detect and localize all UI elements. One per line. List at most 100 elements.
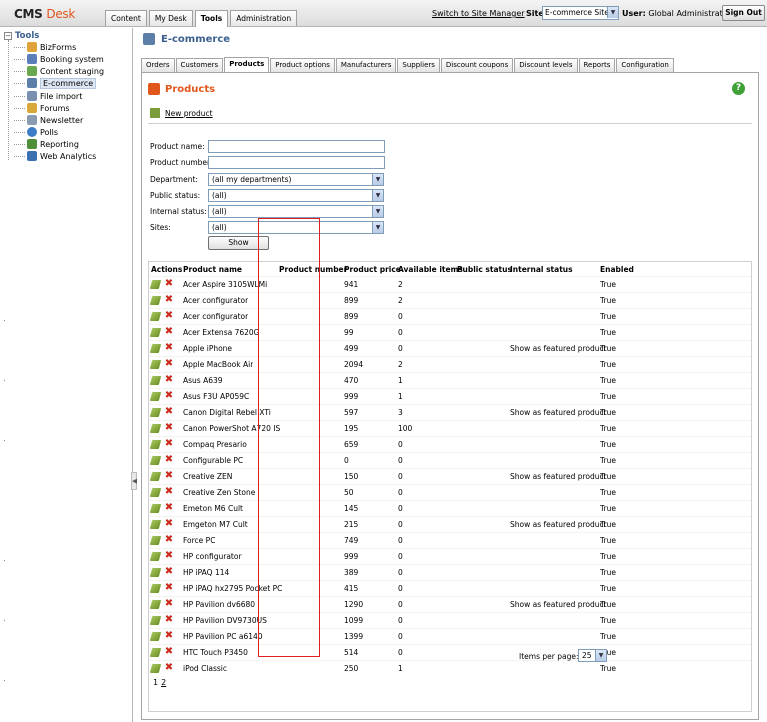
site-select[interactable]: E-commerce Site ▼ (542, 6, 619, 20)
delete-icon[interactable]: ✖ (164, 327, 174, 337)
show-button[interactable]: Show (208, 236, 269, 250)
tab-suppliers[interactable]: Suppliers (397, 58, 440, 72)
edit-icon[interactable] (149, 472, 162, 481)
new-product-link[interactable]: New product (150, 108, 213, 118)
section-title: Products (148, 83, 215, 95)
delete-icon[interactable]: ✖ (164, 631, 174, 641)
tab-customers[interactable]: Customers (175, 58, 224, 72)
delete-icon[interactable]: ✖ (164, 343, 174, 353)
delete-icon[interactable]: ✖ (164, 583, 174, 593)
user-name: Global Administrator (648, 9, 731, 18)
edit-icon[interactable] (149, 360, 162, 369)
delete-icon[interactable]: ✖ (164, 487, 174, 497)
edit-icon[interactable] (149, 408, 162, 417)
collapse-icon[interactable]: − (4, 32, 12, 40)
delete-icon[interactable]: ✖ (164, 615, 174, 625)
tab-tools[interactable]: Tools (194, 10, 229, 27)
edit-icon[interactable] (149, 648, 162, 657)
edit-icon[interactable] (149, 584, 162, 593)
edit-icon[interactable] (149, 376, 162, 385)
sites-select[interactable]: (all) ▼ (208, 221, 384, 234)
edit-icon[interactable] (149, 440, 162, 449)
tree-item-content-staging[interactable]: Content staging (14, 65, 104, 77)
edit-icon[interactable] (149, 536, 162, 545)
delete-icon[interactable]: ✖ (164, 567, 174, 577)
bizforms-icon (27, 42, 37, 52)
edit-icon[interactable] (149, 664, 162, 673)
edit-icon[interactable] (149, 600, 162, 609)
tab-administration[interactable]: Administration (230, 10, 298, 26)
switch-to-site-manager-link[interactable]: Switch to Site Manager (432, 7, 525, 21)
tab-discount-levels[interactable]: Discount levels (514, 58, 578, 72)
edit-icon[interactable] (149, 520, 162, 529)
delete-icon[interactable]: ✖ (164, 439, 174, 449)
tree-item-file-import[interactable]: File import (14, 90, 82, 102)
page-2-link[interactable]: 2 (161, 678, 166, 687)
edit-icon[interactable] (149, 312, 162, 321)
edit-icon[interactable] (149, 504, 162, 513)
department-select[interactable]: (all my departments) ▼ (208, 173, 384, 186)
edit-icon[interactable] (149, 632, 162, 641)
cell-enabled: True (600, 392, 616, 401)
cell-enabled: True (600, 376, 616, 385)
tree-item-bizforms[interactable]: BizForms (14, 41, 76, 53)
delete-icon[interactable]: ✖ (164, 503, 174, 513)
edit-icon[interactable] (149, 488, 162, 497)
internal-status-select[interactable]: (all) ▼ (208, 205, 384, 218)
table-row: ✖ HP Pavilion dv6680 1290 0 Show as featured… (149, 596, 751, 612)
delete-icon[interactable]: ✖ (164, 375, 174, 385)
delete-icon[interactable]: ✖ (164, 295, 174, 305)
delete-icon[interactable]: ✖ (164, 279, 174, 289)
delete-icon[interactable]: ✖ (164, 535, 174, 545)
edit-icon[interactable] (149, 616, 162, 625)
tree-item-forums[interactable]: Forums (14, 102, 70, 114)
tree-item-web-analytics[interactable]: Web Analytics (14, 150, 96, 162)
tab-content[interactable]: Content (105, 10, 147, 26)
edit-icon[interactable] (149, 280, 162, 289)
divider-dot (4, 320, 5, 321)
edit-icon[interactable] (149, 456, 162, 465)
edit-icon[interactable] (149, 552, 162, 561)
sign-out-button[interactable]: Sign Out (722, 5, 765, 21)
help-icon[interactable]: ? (732, 82, 745, 95)
delete-icon[interactable]: ✖ (164, 407, 174, 417)
edit-icon[interactable] (149, 568, 162, 577)
tab-products[interactable]: Products (224, 57, 270, 72)
product-name-input[interactable] (208, 140, 385, 153)
delete-icon[interactable]: ✖ (164, 663, 174, 673)
delete-icon[interactable]: ✖ (164, 551, 174, 561)
edit-icon[interactable] (149, 424, 162, 433)
tab-configuration[interactable]: Configuration (616, 58, 674, 72)
edit-icon[interactable] (149, 296, 162, 305)
delete-icon[interactable]: ✖ (164, 471, 174, 481)
department-label: Department: (150, 175, 198, 184)
edit-icon[interactable] (149, 328, 162, 337)
tab-orders[interactable]: Orders (141, 58, 175, 72)
product-number-input[interactable] (208, 156, 385, 169)
cell-enabled: True (600, 440, 616, 449)
tree-item-polls[interactable]: Polls (14, 126, 58, 138)
tree-item-newsletter[interactable]: Newsletter (14, 114, 83, 126)
tab-product-options[interactable]: Product options (270, 58, 335, 72)
delete-icon[interactable]: ✖ (164, 359, 174, 369)
edit-icon[interactable] (149, 344, 162, 353)
delete-icon[interactable]: ✖ (164, 519, 174, 529)
tree-item-e-commerce[interactable]: E-commerce (14, 77, 97, 89)
tab-reports[interactable]: Reports (578, 58, 616, 72)
delete-icon[interactable]: ✖ (164, 647, 174, 657)
tree-item-reporting[interactable]: Reporting (14, 138, 79, 150)
divider (148, 123, 752, 124)
delete-icon[interactable]: ✖ (164, 455, 174, 465)
public-status-select[interactable]: (all) ▼ (208, 189, 384, 202)
tab-discount-coupons[interactable]: Discount coupons (440, 58, 514, 72)
tree-item-booking-system[interactable]: Booking system (14, 53, 104, 65)
edit-icon[interactable] (149, 392, 162, 401)
delete-icon[interactable]: ✖ (164, 423, 174, 433)
delete-icon[interactable]: ✖ (164, 391, 174, 401)
tab-manufacturers[interactable]: Manufacturers (335, 58, 397, 72)
delete-icon[interactable]: ✖ (164, 311, 174, 321)
items-per-page-select[interactable]: 25 ▼ (578, 649, 607, 662)
delete-icon[interactable]: ✖ (164, 599, 174, 609)
tab-my-desk[interactable]: My Desk (148, 10, 193, 26)
table-row: ✖ HP Pavilion DV9730US 1099 0 True (149, 612, 751, 628)
